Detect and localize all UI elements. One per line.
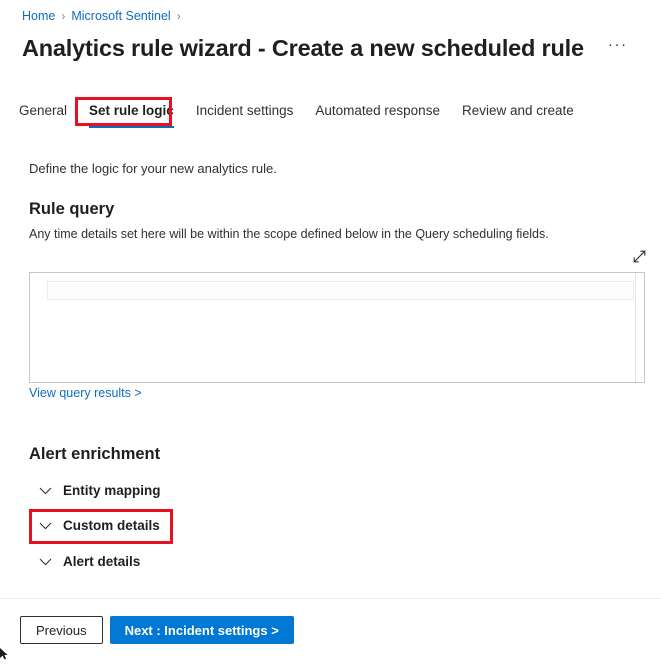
view-query-results-link[interactable]: View query results > [29, 385, 142, 402]
tab-set-rule-logic[interactable]: Set rule logic [78, 98, 185, 128]
alert-enrichment-heading: Alert enrichment [29, 445, 161, 463]
page-title: Analytics rule wizard - Create a new sch… [22, 35, 584, 61]
chevron-down-icon [36, 482, 54, 500]
rule-query-heading: Rule query [29, 200, 115, 218]
query-editor-scrollbar[interactable] [635, 273, 644, 382]
previous-button[interactable]: Previous [20, 616, 103, 644]
tab-review-and-create[interactable]: Review and create [451, 98, 585, 124]
query-editor-line[interactable] [47, 281, 634, 300]
breadcrumb: Home › Microsoft Sentinel › [22, 8, 187, 24]
tab-automated-response[interactable]: Automated response [304, 98, 451, 124]
expand-diagonal-icon[interactable] [630, 247, 648, 265]
wizard-footer: Previous Next : Incident settings > [20, 616, 294, 644]
intro-text: Define the logic for your new analytics … [29, 161, 277, 176]
tab-general[interactable]: General [8, 98, 78, 124]
section-alert-details[interactable]: Alert details [36, 549, 146, 575]
footer-divider [0, 598, 661, 599]
section-label: Custom details [63, 518, 160, 533]
chevron-down-icon [36, 517, 54, 535]
rule-query-note: Any time details set here will be within… [29, 227, 549, 241]
next-button[interactable]: Next : Incident settings > [109, 616, 294, 644]
section-label: Alert details [63, 554, 141, 569]
rule-query-editor[interactable] [29, 272, 645, 383]
tab-incident-settings[interactable]: Incident settings [185, 98, 305, 124]
breadcrumb-separator-icon: › [176, 9, 181, 23]
wizard-tabs: General Set rule logic Incident settings… [8, 98, 585, 128]
breadcrumb-separator-icon: › [61, 9, 66, 23]
page-header: Analytics rule wizard - Create a new sch… [22, 33, 630, 63]
section-label: Entity mapping [63, 483, 161, 498]
more-options-icon[interactable]: ··· [606, 36, 630, 60]
chevron-down-icon [36, 553, 54, 571]
section-custom-details[interactable]: Custom details [36, 513, 166, 539]
section-entity-mapping[interactable]: Entity mapping [36, 478, 167, 504]
breadcrumb-item-microsoft-sentinel[interactable]: Microsoft Sentinel [71, 8, 170, 24]
mouse-cursor-icon [0, 648, 10, 661]
breadcrumb-item-home[interactable]: Home [22, 8, 55, 24]
